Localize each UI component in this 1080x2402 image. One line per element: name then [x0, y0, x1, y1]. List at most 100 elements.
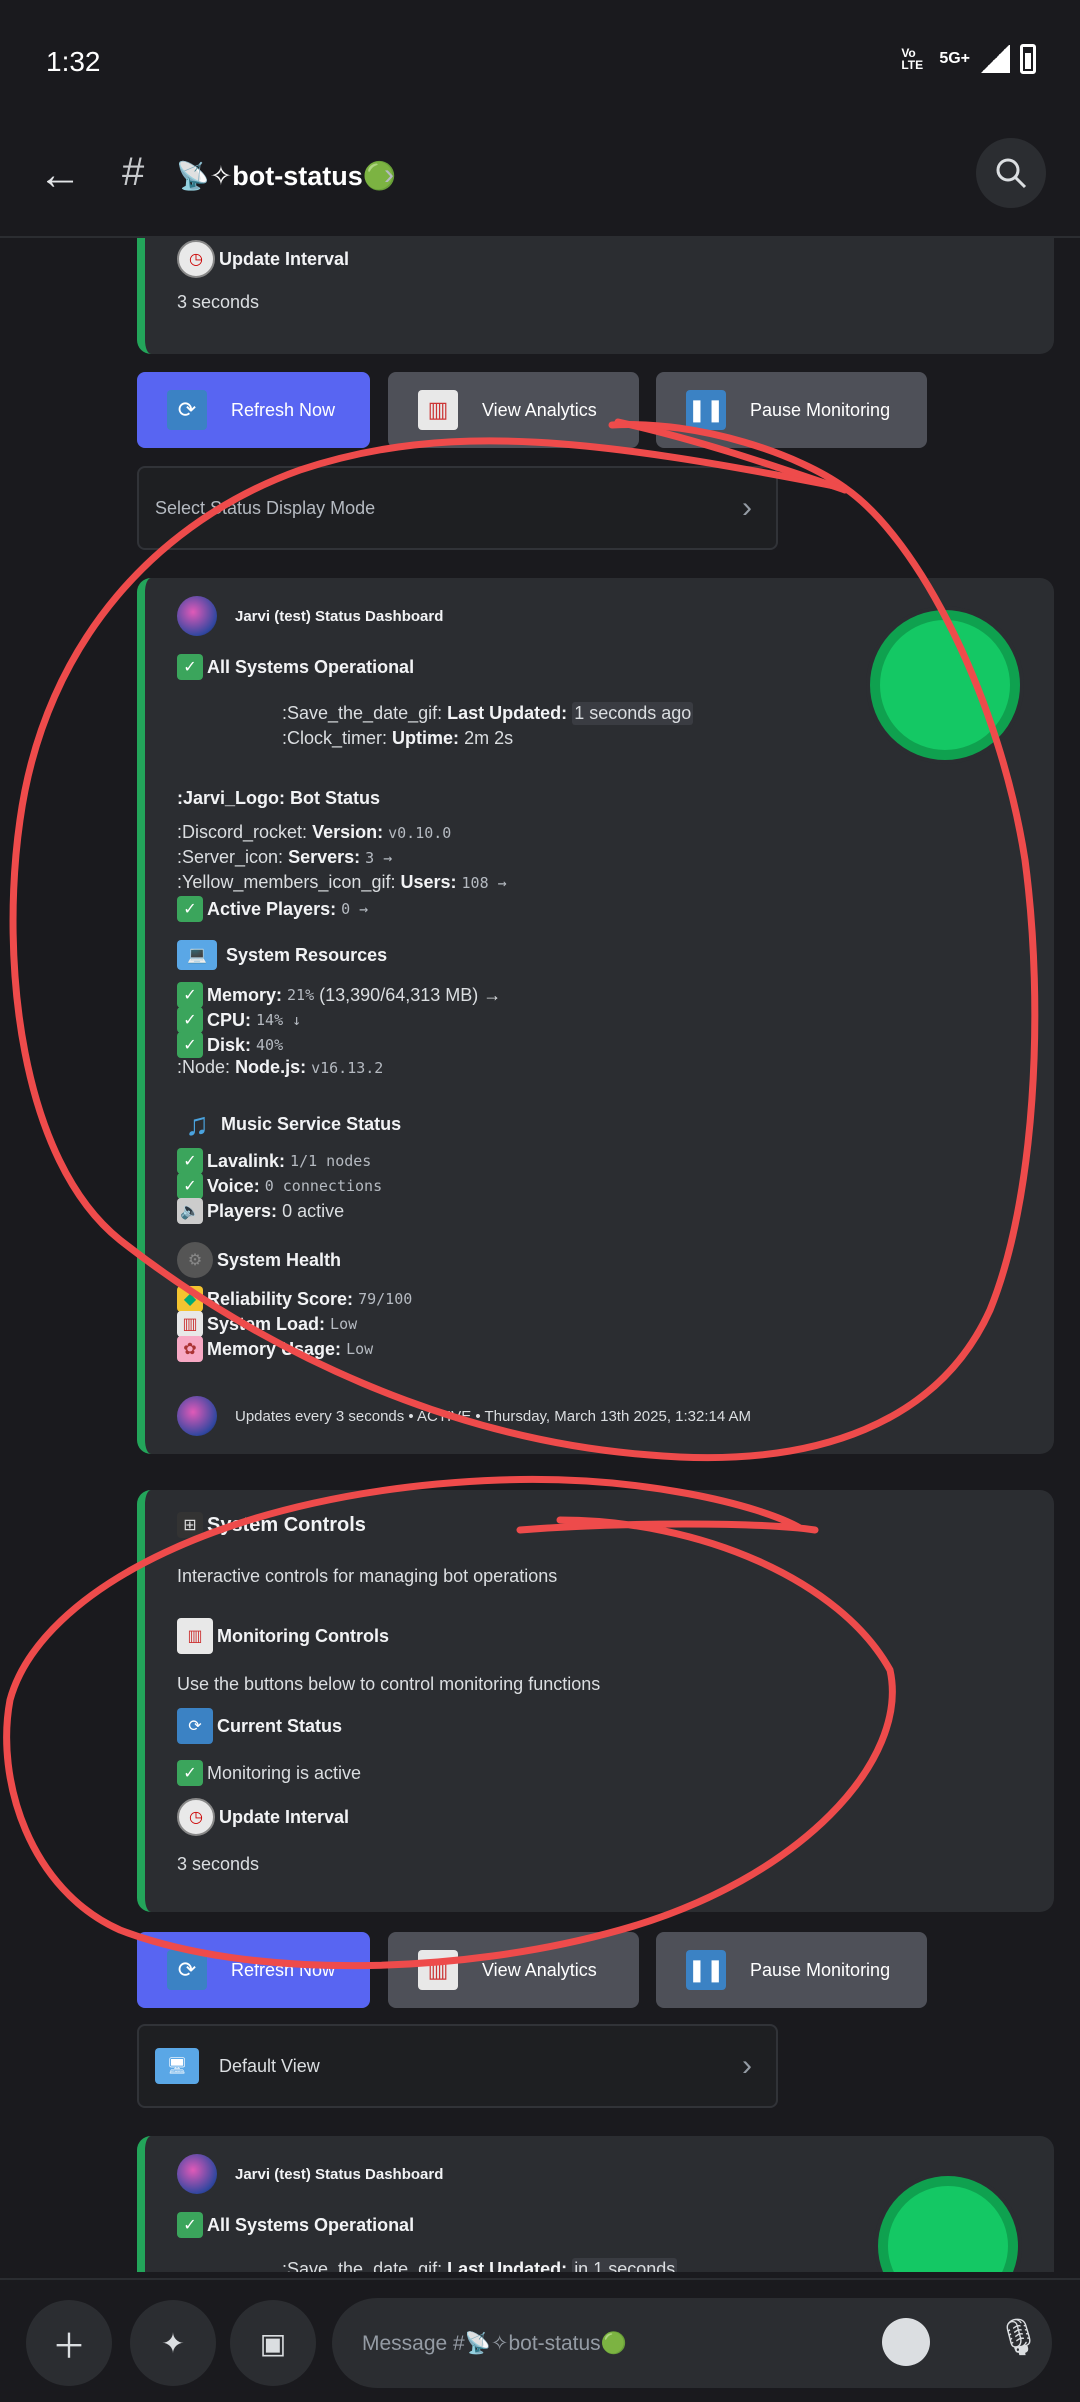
memory-label: Memory: [207, 984, 283, 1005]
pause-label: Pause Monitoring [750, 399, 891, 420]
check-icon: ✓ [177, 1148, 203, 1174]
channel-title[interactable]: 📡✧bot-status🟢 [176, 160, 396, 192]
monitoring-title: Monitoring Controls [217, 1625, 389, 1646]
music-title: Music Service Status [221, 1113, 402, 1134]
speaker-icon: 🔈 [177, 1198, 203, 1224]
embed-top-partial: ◷ Update Interval 3 seconds [137, 238, 1054, 354]
update-interval-title: Update Interval [219, 1806, 350, 1827]
last-updated-value: 1 seconds ago [572, 702, 694, 725]
embed-author: Jarvi (test) Status Dashboard [235, 607, 444, 625]
hash-icon: # [122, 150, 145, 194]
controls-description: Interactive controls for managing bot op… [177, 1566, 558, 1586]
laptop-icon: 💻 [177, 940, 217, 970]
microphone-icon[interactable]: 🎙 [996, 2316, 1042, 2358]
search-icon [996, 158, 1027, 189]
apps-icon: ✦ [161, 2327, 185, 2359]
version-value: v0.10.0 [388, 823, 452, 842]
emoji-text: :Node: [177, 1057, 231, 1077]
pause-monitoring-button[interactable]: ❚❚ Pause Monitoring [656, 372, 927, 448]
stopwatch-icon: ◷ [177, 240, 215, 278]
bot-avatar [177, 596, 217, 636]
refresh-label: Refresh Now [231, 399, 336, 420]
add-attachment-button[interactable]: ＋ [26, 2300, 112, 2386]
plus-icon: ＋ [52, 2327, 86, 2366]
check-icon: ✓ [177, 982, 203, 1008]
gamepad-icon: ⊞ [177, 1512, 203, 1538]
gift-button[interactable]: ▣ [230, 2300, 316, 2386]
chevron-right-icon: › [742, 491, 752, 524]
refresh-now-button[interactable]: ⟳ Refresh Now [137, 372, 370, 448]
emoji-text: :Yellow_members_icon_gif: [177, 872, 396, 892]
controls-title: System Controls [207, 1513, 366, 1536]
status-indicator-thumbnail [870, 610, 1020, 760]
players-label: Players: [207, 1200, 278, 1221]
signal-icon [980, 45, 1010, 73]
servers-label: Servers: [288, 847, 361, 867]
pause-monitoring-button[interactable]: ❚❚ Pause Monitoring [656, 1932, 927, 2008]
reliability-value: 79/100 [358, 1290, 413, 1308]
lavalink-label: Lavalink: [207, 1150, 286, 1171]
update-interval-value: 3 seconds [177, 1854, 260, 1874]
all-systems-status: All Systems Operational [207, 2214, 415, 2235]
apps-button[interactable]: ✦ [130, 2300, 216, 2386]
back-arrow-icon[interactable]: ← [38, 150, 82, 200]
voice-label: Voice: [207, 1175, 260, 1196]
last-updated-label: Last Updated: [447, 703, 568, 723]
stopwatch-icon: ◷ [177, 1798, 215, 1836]
select-placeholder: Select Status Display Mode [155, 497, 376, 518]
embed-author: Jarvi (test) Status Dashboard [235, 2165, 444, 2183]
all-systems-status: All Systems Operational [207, 656, 415, 677]
check-icon: ✓ [177, 1760, 203, 1786]
network-indicator: 5G+ [939, 50, 970, 67]
current-status-title: Current Status [217, 1715, 343, 1736]
gift-icon: ▣ [259, 2327, 287, 2359]
refresh-icon: ⟳ [167, 390, 207, 430]
current-status-value: Monitoring is active [207, 1762, 362, 1783]
clock: 1:32 [46, 46, 101, 77]
search-button[interactable] [976, 138, 1046, 208]
refresh-now-button[interactable]: ⟳ Refresh Now [137, 1932, 370, 2008]
resources-title: System Resources [226, 944, 388, 965]
message-input[interactable]: Message #📡✧bot-status🟢 [332, 2298, 1052, 2388]
check-icon: ✓ [177, 896, 203, 922]
channel-header [0, 130, 1080, 238]
voice-value: 0 connections [264, 1177, 383, 1195]
message-placeholder: Message #📡✧bot-status🟢 [362, 2331, 627, 2355]
cpu-label: CPU: [207, 1009, 251, 1030]
node-value: v16.13.2 [311, 1058, 384, 1077]
analytics-label: View Analytics [482, 399, 597, 420]
lavalink-value: 1/1 nodes [290, 1152, 372, 1170]
view-mode-select[interactable]: 🖥 Default View › [137, 2024, 778, 2108]
emoji-text: :Server_icon: [177, 847, 284, 867]
memory-value: 21% [287, 986, 315, 1004]
refresh-icon: ⟳ [177, 1708, 213, 1744]
gear-icon: ⚙ [177, 1242, 213, 1278]
view-analytics-button[interactable]: ▥ View Analytics [388, 372, 639, 448]
emoji-text: :Save_the_date_gif: [282, 703, 443, 723]
chart-icon: ▥ [418, 1950, 458, 1990]
last-updated-value: in 1 seconds [572, 2258, 678, 2272]
emoji-icon[interactable] [882, 2318, 930, 2366]
uptime-value: 2m 2s [464, 728, 514, 748]
pause-icon: ❚❚ [686, 1950, 726, 1990]
cpu-value: 14% ↓ [256, 1011, 302, 1029]
chart-icon: ▥ [177, 1618, 213, 1654]
brain-icon: ✿ [177, 1336, 203, 1362]
view-analytics-button[interactable]: ▥ View Analytics [388, 1932, 639, 2008]
chevron-right-icon[interactable]: › [384, 158, 394, 192]
check-icon: ✓ [177, 1173, 203, 1199]
node-label: Node.js: [235, 1057, 307, 1077]
servers-value: 3 → [365, 848, 393, 867]
users-value: 108 → [461, 873, 507, 892]
emoji-text: :Clock_timer: [282, 728, 388, 748]
pause-label: Pause Monitoring [750, 1959, 891, 1980]
disk-value: 40% [256, 1036, 284, 1054]
emoji-text: :Discord_rocket: [177, 822, 308, 842]
emoji-text: :Save_the_date_gif: [282, 2259, 443, 2272]
memusage-label: Memory Usage: [207, 1338, 342, 1359]
message-list[interactable]: ◷ Update Interval 3 seconds ⟳ Refresh Now … [0, 238, 1080, 2272]
pause-icon: ❚❚ [686, 390, 726, 430]
check-icon: ✓ [177, 2212, 203, 2238]
check-icon: ✓ [177, 1032, 203, 1058]
status-display-mode-select[interactable]: Select Status Display Mode › [137, 466, 778, 550]
